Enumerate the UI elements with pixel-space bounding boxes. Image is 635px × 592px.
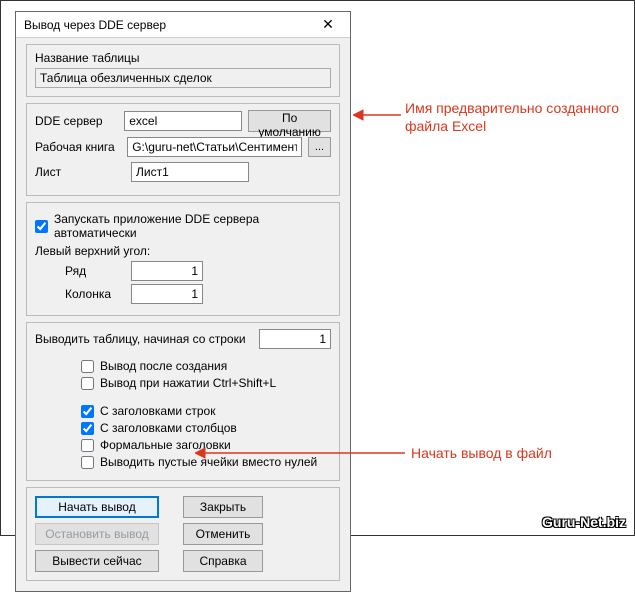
button-area: Начать вывод Остановить вывод Вывести се…	[26, 487, 340, 581]
dde-server-input[interactable]	[124, 111, 242, 131]
corner-title: Левый верхний угол:	[35, 244, 331, 258]
table-name-group: Название таблицы Таблица обезличенных сд…	[26, 44, 340, 97]
opt-col-headers-checkbox[interactable]	[81, 422, 94, 435]
corner-col-label: Колонка	[65, 287, 125, 301]
start-output-button[interactable]: Начать вывод	[35, 496, 159, 518]
help-button[interactable]: Справка	[183, 550, 263, 572]
titlebar: Вывод через DDE сервер ✕	[16, 12, 350, 38]
close-button[interactable]: Закрыть	[183, 496, 263, 518]
cancel-button[interactable]: Отменить	[183, 523, 263, 545]
sheet-label: Лист	[35, 165, 125, 179]
sheet-input[interactable]	[131, 162, 249, 182]
annotation-start: Начать вывод в файл	[411, 444, 552, 462]
opt-col-headers-label: С заголовками столбцов	[100, 421, 237, 435]
arrow-icon	[195, 446, 405, 460]
start-row-label: Выводить таблицу, начиная со строки	[35, 332, 246, 346]
server-group: DDE сервер По умолчанию Рабочая книга ..…	[26, 103, 340, 196]
annotation-workbook-line1: Имя предварительно созданного	[405, 99, 619, 117]
corner-col-input[interactable]	[131, 284, 203, 304]
dialog-content: Название таблицы Таблица обезличенных сд…	[16, 38, 350, 591]
opt-after-create-checkbox[interactable]	[81, 360, 94, 373]
workbook-input[interactable]	[127, 137, 302, 157]
default-button[interactable]: По умолчанию	[248, 110, 331, 132]
opt-row-headers-checkbox[interactable]	[81, 405, 94, 418]
opt-formal-headers-checkbox[interactable]	[81, 439, 94, 452]
autostart-checkbox[interactable]	[35, 220, 48, 233]
watermark: Guru-Net.biz	[542, 514, 626, 530]
close-icon[interactable]: ✕	[310, 14, 346, 36]
dde-export-dialog: Вывод через DDE сервер ✕ Название таблиц…	[15, 11, 351, 592]
table-name-value: Таблица обезличенных сделок	[35, 68, 331, 88]
arrow-icon	[353, 108, 401, 122]
autostart-group: Запускать приложение DDE сервера автомат…	[26, 202, 340, 316]
button-col-right: Закрыть Отменить Справка	[183, 496, 263, 572]
opt-after-create-label: Вывод после создания	[100, 359, 227, 373]
start-row-input[interactable]	[259, 329, 331, 349]
annotation-workbook-line2: файла Excel	[405, 117, 619, 135]
corner-row-label: Ряд	[65, 264, 125, 278]
dde-server-label: DDE сервер	[35, 114, 118, 128]
corner-row-input[interactable]	[131, 261, 203, 281]
workbook-label: Рабочая книга	[35, 140, 121, 154]
output-now-button[interactable]: Вывести сейчас	[35, 550, 159, 572]
opt-hotkey-label: Вывод при нажатии Ctrl+Shift+L	[100, 376, 276, 390]
window-title: Вывод через DDE сервер	[24, 18, 166, 32]
stop-output-button: Остановить вывод	[35, 523, 159, 545]
opt-empty-cells-checkbox[interactable]	[81, 456, 94, 469]
opt-row-headers-label: С заголовками строк	[100, 404, 215, 418]
table-name-label: Название таблицы	[35, 51, 331, 65]
button-col-left: Начать вывод Остановить вывод Вывести се…	[35, 496, 159, 572]
browse-button[interactable]: ...	[308, 137, 331, 157]
autostart-label: Запускать приложение DDE сервера автомат…	[54, 212, 331, 240]
opt-hotkey-checkbox[interactable]	[81, 377, 94, 390]
annotation-workbook: Имя предварительно созданного файла Exce…	[405, 99, 619, 135]
